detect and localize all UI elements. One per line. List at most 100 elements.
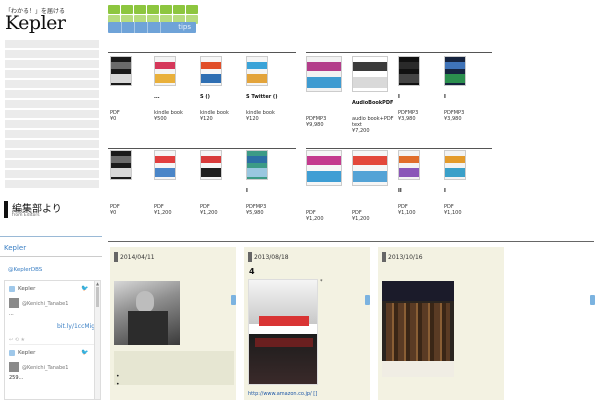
book-title[interactable]: ... bbox=[154, 94, 160, 100]
tweet-actions-icon[interactable]: ↩ ⟲ ★ bbox=[9, 337, 25, 343]
expand-tab[interactable] bbox=[590, 295, 595, 305]
tweet-user[interactable]: @Kenichi_Tanabe1 bbox=[22, 301, 68, 307]
book-price: ¥120 bbox=[200, 116, 213, 122]
date-marker bbox=[248, 252, 252, 262]
tab[interactable] bbox=[160, 5, 172, 14]
tab-separator bbox=[121, 22, 122, 33]
tweet-account[interactable]: Kepler bbox=[18, 350, 35, 356]
article-card-1[interactable]: 2014/04/11 • • bbox=[110, 247, 236, 400]
tab-separator bbox=[134, 22, 135, 33]
article-date: 2013/10/16 bbox=[388, 254, 423, 261]
side-nav-item[interactable] bbox=[5, 70, 99, 78]
bird-icon: 🐦 bbox=[81, 349, 89, 356]
book-cover[interactable] bbox=[352, 56, 388, 92]
bullet: • bbox=[116, 373, 120, 380]
tweet-text: ... bbox=[9, 311, 14, 317]
side-nav-item[interactable] bbox=[5, 120, 99, 128]
side-nav-item[interactable] bbox=[5, 80, 99, 88]
divider bbox=[0, 236, 102, 237]
tab-tips[interactable]: tips bbox=[108, 22, 196, 33]
tab[interactable] bbox=[108, 5, 120, 14]
book-cover[interactable] bbox=[306, 150, 342, 186]
book-cover[interactable] bbox=[110, 56, 132, 86]
site-logo[interactable]: Kepler bbox=[5, 12, 66, 34]
book-cover[interactable] bbox=[200, 150, 222, 180]
book-price: ¥0 bbox=[110, 210, 117, 216]
editors-subtitle: from Editors bbox=[12, 213, 40, 218]
article-photo[interactable] bbox=[114, 281, 180, 345]
side-nav-item[interactable] bbox=[5, 140, 99, 148]
expand-tab[interactable] bbox=[365, 295, 370, 305]
book-format: PDF bbox=[110, 204, 120, 210]
book-cover[interactable] bbox=[352, 150, 388, 186]
article-card-2[interactable]: 2013/08/18 4 * http://www.amazon.co.jp/ … bbox=[244, 247, 370, 400]
book-title[interactable]: S () bbox=[200, 94, 210, 100]
book-cover[interactable] bbox=[154, 56, 176, 86]
twitter-handle-link[interactable]: @KeplerDBS bbox=[8, 267, 42, 273]
book-cover-photo[interactable] bbox=[382, 281, 454, 377]
side-nav-item[interactable] bbox=[5, 40, 99, 48]
book-cover[interactable] bbox=[246, 150, 268, 180]
book-title[interactable]: AudioBookPDF bbox=[352, 100, 393, 106]
book-title[interactable]: I bbox=[246, 188, 248, 194]
book-title[interactable]: I bbox=[398, 94, 400, 100]
tweet-user[interactable]: @Kenichi_Tanabe1 bbox=[22, 365, 68, 371]
side-nav-item[interactable] bbox=[5, 180, 99, 188]
book-price: ¥1,200 bbox=[306, 216, 324, 222]
book-price: ¥1,200 bbox=[200, 210, 218, 216]
tab-separator bbox=[160, 22, 161, 33]
book-title[interactable]: S Twitter () bbox=[246, 94, 277, 100]
side-nav-item[interactable] bbox=[5, 60, 99, 68]
article-card-3[interactable]: 2013/10/16 bbox=[378, 247, 595, 400]
side-nav-item[interactable] bbox=[5, 100, 99, 108]
tweet-link[interactable]: bit.ly/1ccMig3 bbox=[57, 323, 99, 330]
side-nav-item[interactable] bbox=[5, 160, 99, 168]
book-price: ¥3,980 bbox=[398, 116, 416, 122]
book-price: ¥120 bbox=[246, 116, 259, 122]
book-cover[interactable] bbox=[200, 56, 222, 86]
book-cover[interactable] bbox=[398, 56, 420, 86]
avatar[interactable] bbox=[9, 298, 19, 308]
expand-tab[interactable] bbox=[231, 295, 236, 305]
side-nav bbox=[5, 40, 99, 190]
book-cover[interactable] bbox=[444, 56, 466, 86]
side-nav-item[interactable] bbox=[5, 150, 99, 158]
avatar[interactable] bbox=[9, 362, 19, 372]
timeline-scrollbar[interactable]: ▲ bbox=[94, 281, 100, 399]
tab[interactable] bbox=[147, 5, 159, 14]
bullet: • bbox=[116, 381, 120, 388]
book-cover[interactable] bbox=[306, 56, 342, 92]
amazon-link[interactable]: http://www.amazon.co.jp/ [] bbox=[248, 391, 317, 397]
side-nav-item[interactable] bbox=[5, 130, 99, 138]
side-nav-item[interactable] bbox=[5, 90, 99, 98]
book-cover[interactable] bbox=[154, 150, 176, 180]
book-cover[interactable] bbox=[246, 56, 268, 86]
book-cover[interactable] bbox=[110, 150, 132, 180]
book-price: ¥500 bbox=[154, 116, 167, 122]
twitter-title[interactable]: Kepler bbox=[4, 244, 26, 252]
book-title[interactable]: I bbox=[444, 94, 446, 100]
book-price: ¥1,200 bbox=[352, 216, 370, 222]
editors-heading[interactable]: 編集部より from Editors bbox=[4, 200, 98, 218]
tab[interactable] bbox=[134, 5, 146, 14]
side-nav-item[interactable] bbox=[5, 170, 99, 178]
article-number: 4 bbox=[249, 267, 255, 276]
book-price: ¥1,100 bbox=[398, 210, 416, 216]
tweet-text: 259... bbox=[9, 375, 24, 381]
shelf-rule bbox=[306, 52, 492, 53]
book-cover-photo[interactable] bbox=[248, 279, 318, 385]
tab[interactable] bbox=[121, 5, 133, 14]
side-nav-item[interactable] bbox=[5, 50, 99, 58]
book-title[interactable]: I bbox=[444, 188, 446, 194]
tab[interactable] bbox=[186, 5, 198, 14]
divider bbox=[0, 256, 102, 257]
tweet-account[interactable]: Kepler bbox=[18, 286, 35, 292]
tab[interactable] bbox=[173, 5, 185, 14]
book-price: ¥9,980 bbox=[306, 122, 324, 128]
scroll-thumb[interactable] bbox=[96, 287, 99, 307]
book-title[interactable]: II bbox=[398, 188, 402, 194]
scroll-up-icon[interactable]: ▲ bbox=[95, 281, 100, 286]
book-cover[interactable] bbox=[398, 150, 420, 180]
side-nav-item[interactable] bbox=[5, 110, 99, 118]
book-cover[interactable] bbox=[444, 150, 466, 180]
